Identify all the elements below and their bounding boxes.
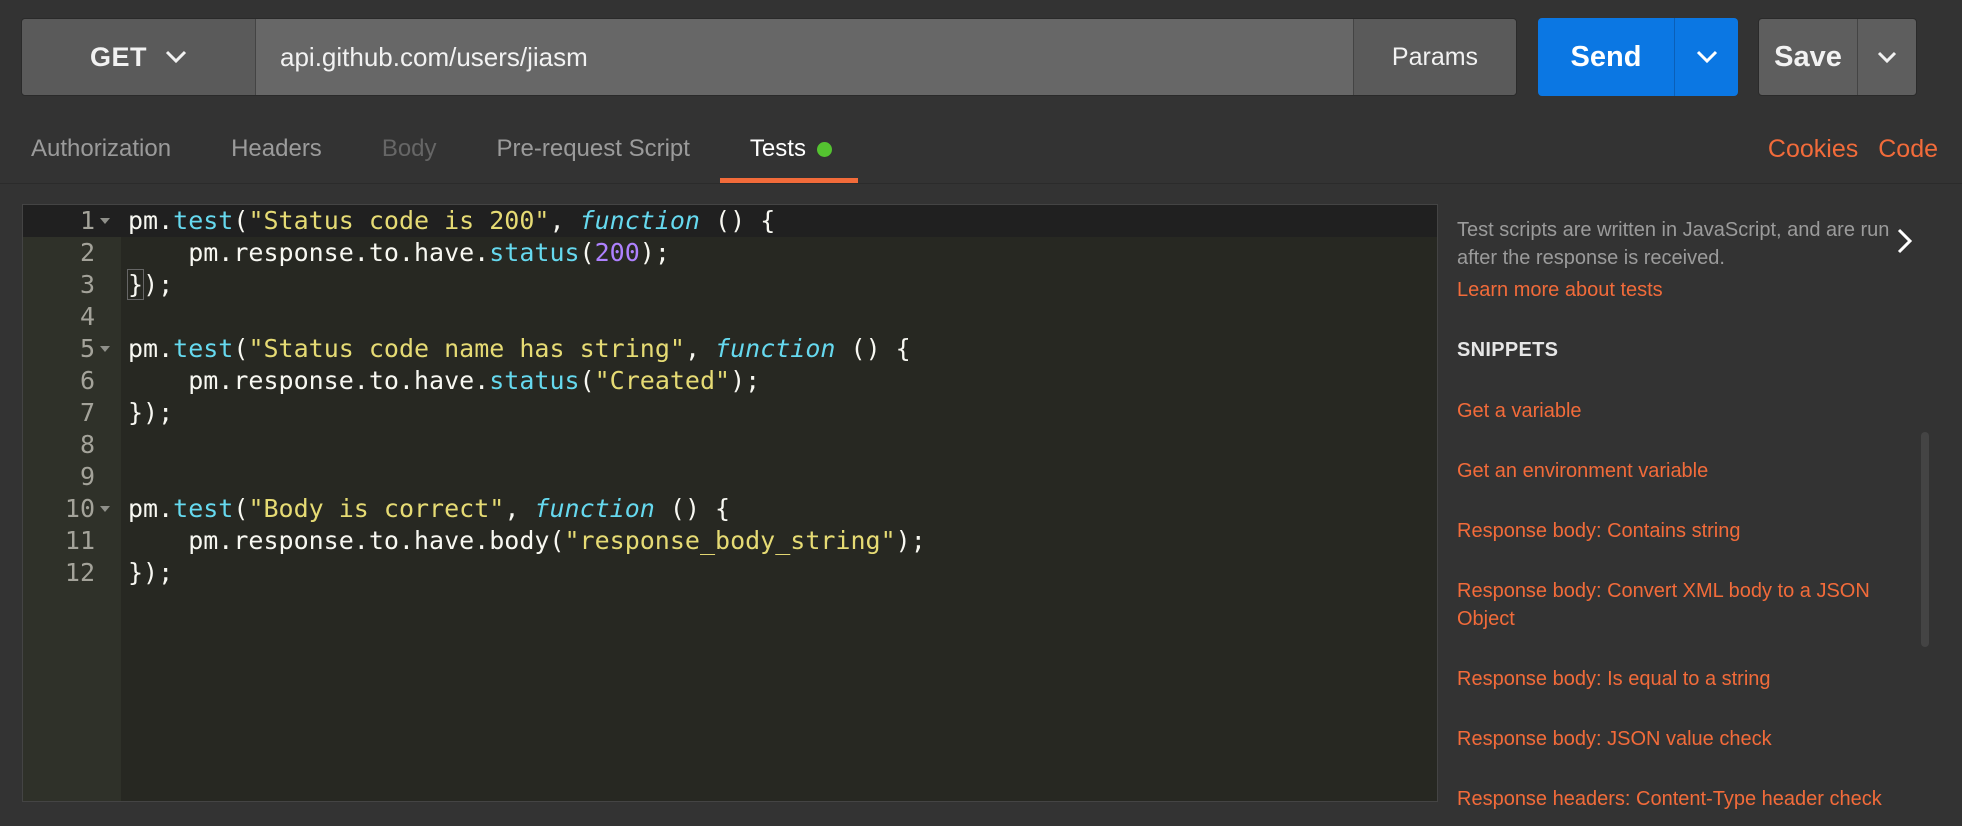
collapse-panel-button[interactable]: [1896, 227, 1914, 260]
line-number: 8: [79, 430, 95, 459]
code-editor[interactable]: 1 pm.test("Status code is 200", function …: [22, 204, 1438, 802]
tab-pre-request-script[interactable]: Pre-request Script: [497, 115, 690, 183]
header-links: Cookies Code: [1768, 135, 1938, 164]
code-text: pm.response.to.have.status(200);: [128, 238, 670, 267]
code-line: 1 pm.test("Status code is 200", function …: [23, 205, 1437, 237]
chevron-down-icon: [1696, 50, 1717, 64]
line-number: 7: [79, 398, 95, 427]
tab-tests-label: Tests: [749, 135, 806, 162]
code-line: 7});: [23, 397, 1437, 429]
send-button-group: Send: [1538, 18, 1738, 96]
request-bar: GET api.github.com/users/jiasm Params: [21, 18, 1517, 96]
fold-arrow-icon[interactable]: [100, 506, 110, 512]
line-number: 5: [79, 334, 95, 363]
method-label: GET: [89, 41, 147, 72]
fold-arrow-icon[interactable]: [100, 346, 110, 352]
send-options-button[interactable]: [1675, 18, 1738, 96]
line-number: 10: [64, 494, 95, 523]
code-link[interactable]: Code: [1878, 135, 1938, 164]
tab-authorization[interactable]: Authorization: [31, 115, 171, 183]
code-text: });: [128, 558, 174, 587]
tab-tests[interactable]: Tests: [719, 115, 858, 183]
fold-arrow-icon[interactable]: [100, 218, 110, 224]
line-number: 11: [64, 526, 95, 555]
code-line: 5 pm.test("Status code name has string", …: [23, 333, 1437, 365]
code-line: 2 pm.response.to.have.status(200);: [23, 237, 1437, 269]
line-number: 2: [79, 238, 95, 267]
line-number: 6: [79, 366, 95, 395]
line-number: 1: [79, 206, 95, 235]
code-line: 8: [23, 429, 1437, 461]
url-value: api.github.com/users/jiasm: [280, 41, 588, 72]
panel-scrollbar[interactable]: [1921, 432, 1929, 647]
snippet-link[interactable]: Get a variable: [1457, 397, 1887, 425]
snippets-title: SNIPPETS: [1457, 339, 1559, 361]
method-select[interactable]: GET: [22, 19, 256, 95]
url-input[interactable]: api.github.com/users/jiasm: [256, 19, 1353, 95]
code-text: pm.test("Status code is 200", function (…: [128, 206, 776, 235]
code-text: pm.response.to.have.body("response_body_…: [128, 526, 926, 555]
snippet-link[interactable]: Response headers: Content-Type header ch…: [1457, 785, 1887, 813]
line-number: 12: [64, 558, 95, 587]
code-text: });: [126, 269, 174, 300]
code-text: pm.test("Body is correct", function () {: [128, 494, 731, 523]
code-line: 10 pm.test("Body is correct", function ()…: [23, 493, 1437, 525]
save-button[interactable]: Save: [1759, 19, 1858, 95]
save-options-button[interactable]: [1858, 19, 1916, 95]
chevron-right-icon: [1897, 228, 1913, 254]
code-line: 11 pm.response.to.have.body("response_bo…: [23, 525, 1437, 557]
snippet-link[interactable]: Response body: Convert XML body to a JSO…: [1457, 577, 1887, 633]
snippets-panel: Test scripts are written in JavaScript, …: [1457, 204, 1917, 826]
tabs-divider: [0, 183, 1962, 184]
learn-more-link[interactable]: Learn more about tests: [1457, 279, 1663, 302]
line-number: 3: [79, 270, 95, 299]
line-number: 4: [79, 302, 95, 331]
code-line: 9: [23, 461, 1437, 493]
panel-description: Test scripts are written in JavaScript, …: [1457, 219, 1890, 269]
code-line: 6 pm.response.to.have.status("Created");: [23, 365, 1437, 397]
request-tabs: Authorization Headers Body Pre-request S…: [0, 115, 858, 183]
save-button-group: Save: [1758, 18, 1917, 96]
code-text: });: [128, 398, 174, 427]
snippet-link[interactable]: Response body: Is equal to a string: [1457, 665, 1887, 693]
line-number: 9: [79, 462, 95, 491]
snippet-link[interactable]: Get an environment variable: [1457, 457, 1887, 485]
tab-body[interactable]: Body: [382, 115, 437, 183]
params-button[interactable]: Params: [1353, 19, 1516, 95]
send-button[interactable]: Send: [1538, 18, 1675, 96]
snippet-link[interactable]: Response body: Contains string: [1457, 517, 1887, 545]
chevron-down-icon: [1877, 51, 1897, 63]
code-line: 12});: [23, 557, 1437, 589]
code-line: 4: [23, 301, 1437, 333]
code-text: pm.test("Status code name has string", f…: [128, 334, 911, 363]
snippet-link[interactable]: Response body: JSON value check: [1457, 725, 1887, 753]
chevron-down-icon: [165, 50, 187, 64]
status-dot-icon: [816, 141, 832, 157]
code-text: pm.response.to.have.status("Created");: [128, 366, 761, 395]
tab-headers[interactable]: Headers: [231, 115, 322, 183]
code-line: 3});: [23, 269, 1437, 301]
cookies-link[interactable]: Cookies: [1768, 135, 1858, 164]
